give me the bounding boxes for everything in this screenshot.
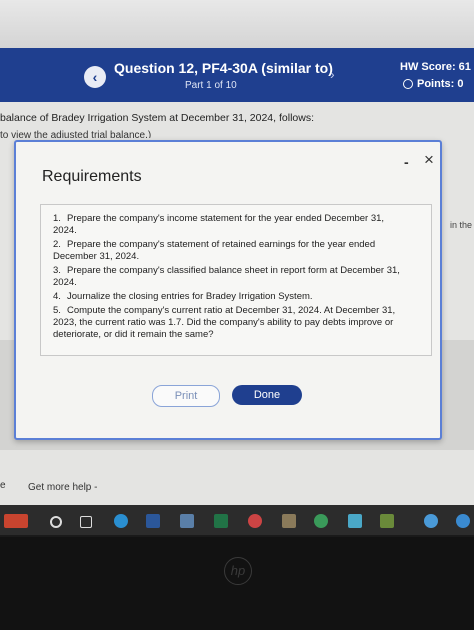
- dialog-title: Requirements: [42, 168, 142, 185]
- question-title: Question 12, PF4-30A (similar to): [114, 60, 333, 76]
- browser-top-strip: [0, 0, 474, 48]
- requirement-number: 4.: [53, 291, 61, 302]
- hw-score: HW Score: 61: [400, 61, 471, 73]
- left-edge-text: e: [0, 480, 6, 491]
- requirement-item: 5. Compute the company's current ratio at…: [53, 305, 408, 341]
- part-indicator: Part 1 of 10: [185, 80, 237, 91]
- hp-logo-icon: hp: [224, 557, 252, 585]
- app-icon-6[interactable]: [424, 514, 438, 528]
- requirement-item: 2. Prepare the company's statement of ret…: [53, 239, 408, 263]
- done-button[interactable]: Done: [232, 385, 302, 405]
- excel-icon[interactable]: [214, 514, 228, 528]
- start-icon[interactable]: [4, 514, 28, 528]
- print-button[interactable]: Print: [152, 385, 220, 407]
- requirement-text: Prepare the company's classified balance…: [53, 265, 400, 288]
- taskbar: [0, 505, 474, 535]
- points-label: Points: 0: [417, 78, 464, 90]
- question-content: balance of Bradey Irrigation System at D…: [0, 102, 474, 535]
- requirements-box: 1. Prepare the company's income statement…: [40, 204, 432, 356]
- question-header: ‹ Question 12, PF4-30A (similar to) Part…: [0, 48, 474, 102]
- word-icon[interactable]: [146, 514, 160, 528]
- requirement-number: 3.: [53, 265, 61, 276]
- app-icon-3[interactable]: [314, 514, 328, 528]
- requirement-number: 5.: [53, 305, 61, 316]
- close-icon[interactable]: ×: [424, 150, 434, 170]
- app-icon[interactable]: [248, 514, 262, 528]
- files-icon[interactable]: [180, 514, 194, 528]
- minimize-icon[interactable]: -: [404, 154, 409, 170]
- side-text: in the: [450, 220, 473, 230]
- question-intro-text: balance of Bradey Irrigation System at D…: [0, 112, 314, 124]
- requirement-item: 4. Journalize the closing entries for Bra…: [53, 291, 408, 303]
- requirements-list: 1. Prepare the company's income statement…: [53, 213, 408, 343]
- app-icon-7[interactable]: [456, 514, 470, 528]
- requirement-number: 2.: [53, 239, 61, 250]
- laptop-bezel: hp: [0, 537, 474, 630]
- task-view-icon[interactable]: [80, 516, 92, 528]
- app-icon-5[interactable]: [380, 514, 394, 528]
- requirement-text: Prepare the company's income statement f…: [53, 213, 385, 236]
- search-icon[interactable]: [50, 516, 62, 528]
- app-icon-4[interactable]: [348, 514, 362, 528]
- requirements-dialog: Requirements - × 1. Prepare the company's…: [14, 140, 442, 440]
- previous-question-button[interactable]: ‹: [84, 66, 106, 88]
- app-icon-2[interactable]: [282, 514, 296, 528]
- next-question-button[interactable]: ›: [330, 66, 335, 82]
- edge-icon[interactable]: [114, 514, 128, 528]
- requirement-item: 1. Prepare the company's income statement…: [53, 213, 408, 237]
- requirement-item: 3. Prepare the company's classified balan…: [53, 265, 408, 289]
- requirement-text: Journalize the closing entries for Brade…: [67, 291, 313, 302]
- requirement-number: 1.: [53, 213, 61, 224]
- points-circle-icon: [403, 79, 413, 90]
- requirement-text: Compute the company's current ratio at D…: [53, 305, 396, 340]
- requirement-text: Prepare the company's statement of retai…: [53, 239, 376, 262]
- trial-balance-link[interactable]: to view the adjusted trial balance.): [0, 130, 151, 138]
- screen: ‹ Question 12, PF4-30A (similar to) Part…: [0, 0, 474, 535]
- get-more-help-link[interactable]: Get more help -: [28, 482, 97, 493]
- points-indicator: Points: 0: [403, 78, 463, 90]
